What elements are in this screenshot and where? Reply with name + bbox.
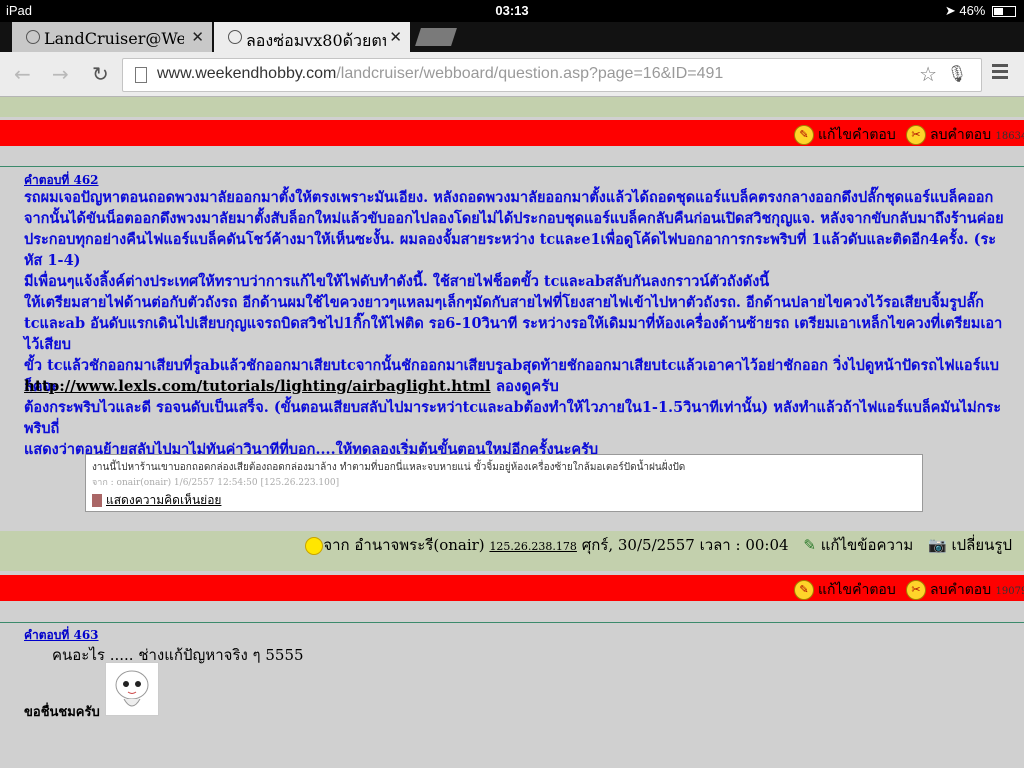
tab-active[interactable]: ลองซ่อมvx80ด้วยตนเอง ✕ xyxy=(214,22,410,52)
emoticon-image xyxy=(105,662,159,716)
camera-icon: 📷 xyxy=(928,536,947,554)
post-footer-strip xyxy=(0,97,1024,117)
reply-signature: จาก อำนาจพระรี(onair) 125.26.238.178 ศุก… xyxy=(305,533,1012,557)
reload-icon[interactable]: ↻ xyxy=(92,62,109,86)
scissors-icon: ✂ xyxy=(906,580,926,600)
show-comments-link[interactable]: แสดงความคิดเห็นย่อย xyxy=(92,491,221,510)
reference-link-line: http://www.lexls.com/tutorials/lighting/… xyxy=(24,374,559,398)
url-domain: www.weekendhobby.com xyxy=(157,65,337,82)
reply-id: 18634 xyxy=(995,131,1024,142)
star-icon[interactable]: ☆ xyxy=(919,62,937,86)
reply-id: 19079 xyxy=(995,586,1024,597)
delete-reply-link[interactable]: ✂ลบคำตอบ 18634 xyxy=(906,124,1024,146)
tab-strip: LandCruiser@WeekendHo ✕ ลองซ่อมvx80ด้วยต… xyxy=(0,22,1024,52)
url-bar[interactable]: www.weekendhobby.com/landcruiser/webboar… xyxy=(122,58,982,92)
battery-status: ➤ 46% xyxy=(945,3,1016,19)
url-path: /landcruiser/webboard/question.asp?page=… xyxy=(336,65,724,82)
pencil-icon: ✎ xyxy=(794,125,814,145)
smiley-icon xyxy=(305,537,324,555)
sub-comment-text: งานนี้ไปหาร้านเขาบอกถอดกล่องเสียต้องถอดก… xyxy=(92,462,686,473)
divider xyxy=(0,166,1024,167)
post-date: ศุกร์, 30/5/2557 เวลา : 00:04 xyxy=(576,536,789,554)
sub-comment-meta: จาก : onair(onair) 1/6/2557 12:54:50 [12… xyxy=(92,478,340,488)
reply-body: รถผมเจอปัญหาตอนถอดพวงมาลัยออกมาตั้งให้ตร… xyxy=(24,189,1004,458)
microphone-icon[interactable]: 🎙 xyxy=(947,64,967,83)
battery-percent: 46% xyxy=(959,3,986,18)
location-icon: ➤ xyxy=(944,3,956,18)
tab-title: ลองซ่อมvx80ด้วยตนเอง xyxy=(246,31,386,50)
page-icon xyxy=(135,67,147,83)
pencil-icon: ✎ xyxy=(803,536,816,554)
reply-body: คนอะไร ..... ช่างแก้ปัญหาจริง ๆ 5555 xyxy=(52,646,304,664)
scissors-icon: ✂ xyxy=(906,125,926,145)
close-tab-icon[interactable]: ✕ xyxy=(389,28,402,46)
airbag-light-link[interactable]: http://www.lexls.com/tutorials/lighting/… xyxy=(24,377,491,395)
forward-arrow-icon[interactable]: → xyxy=(52,62,69,86)
browser-toolbar: ← → ↻ www.weekendhobby.com/landcruiser/w… xyxy=(0,52,1024,97)
menu-icon[interactable] xyxy=(992,64,1008,82)
edit-message-link[interactable]: ✎ แก้ไขข้อความ xyxy=(803,536,913,554)
webboard-page: ✎แก้ไขคำตอบ ✂ลบคำตอบ 18634 คำตอบที่ 462 … xyxy=(0,97,1024,768)
delete-reply-link[interactable]: ✂ลบคำตอบ 19079 xyxy=(906,579,1024,601)
clock: 03:13 xyxy=(495,3,529,18)
link-suffix: ลองดูครับ xyxy=(490,377,559,395)
change-avatar-link[interactable]: 📷 เปลี่ยนรูป xyxy=(928,536,1012,554)
pencil-icon: ✎ xyxy=(794,580,814,600)
edit-reply-link[interactable]: ✎ แก้ไขคำตอบ xyxy=(794,579,896,601)
edit-reply-link[interactable]: ✎ แก้ไขคำตอบ xyxy=(794,124,896,146)
tab-title: LandCruiser@WeekendHo xyxy=(44,29,184,48)
reply-closing: ขอชื่นชมครับ xyxy=(24,705,100,720)
url-text[interactable]: www.weekendhobby.com/landcruiser/webboar… xyxy=(157,65,723,83)
reply-action-bar: ✎แก้ไขคำตอบ ✂ลบคำตอบ 18634 xyxy=(0,120,1024,146)
note-icon xyxy=(92,494,102,507)
globe-icon xyxy=(228,30,242,44)
author-ip[interactable]: 125.26.238.178 xyxy=(489,540,576,553)
tab-landcruiser[interactable]: LandCruiser@WeekendHo ✕ xyxy=(12,22,212,52)
back-arrow-icon[interactable]: ← xyxy=(14,62,31,86)
close-tab-icon[interactable]: ✕ xyxy=(191,28,204,46)
divider xyxy=(0,622,1024,623)
globe-icon xyxy=(26,30,40,44)
new-tab-button[interactable] xyxy=(415,28,457,46)
author: จาก อำนาจพระรี(onair) xyxy=(323,536,485,554)
status-bar: iPad 03:13 ➤ 46% xyxy=(0,0,1024,22)
battery-icon xyxy=(992,6,1016,18)
sub-comment-box: งานนี้ไปหาร้านเขาบอกถอดกล่องเสียต้องถอดก… xyxy=(85,454,923,512)
reply-action-bar: ✎แก้ไขคำตอบ ✂ลบคำตอบ 19079 xyxy=(0,575,1024,601)
